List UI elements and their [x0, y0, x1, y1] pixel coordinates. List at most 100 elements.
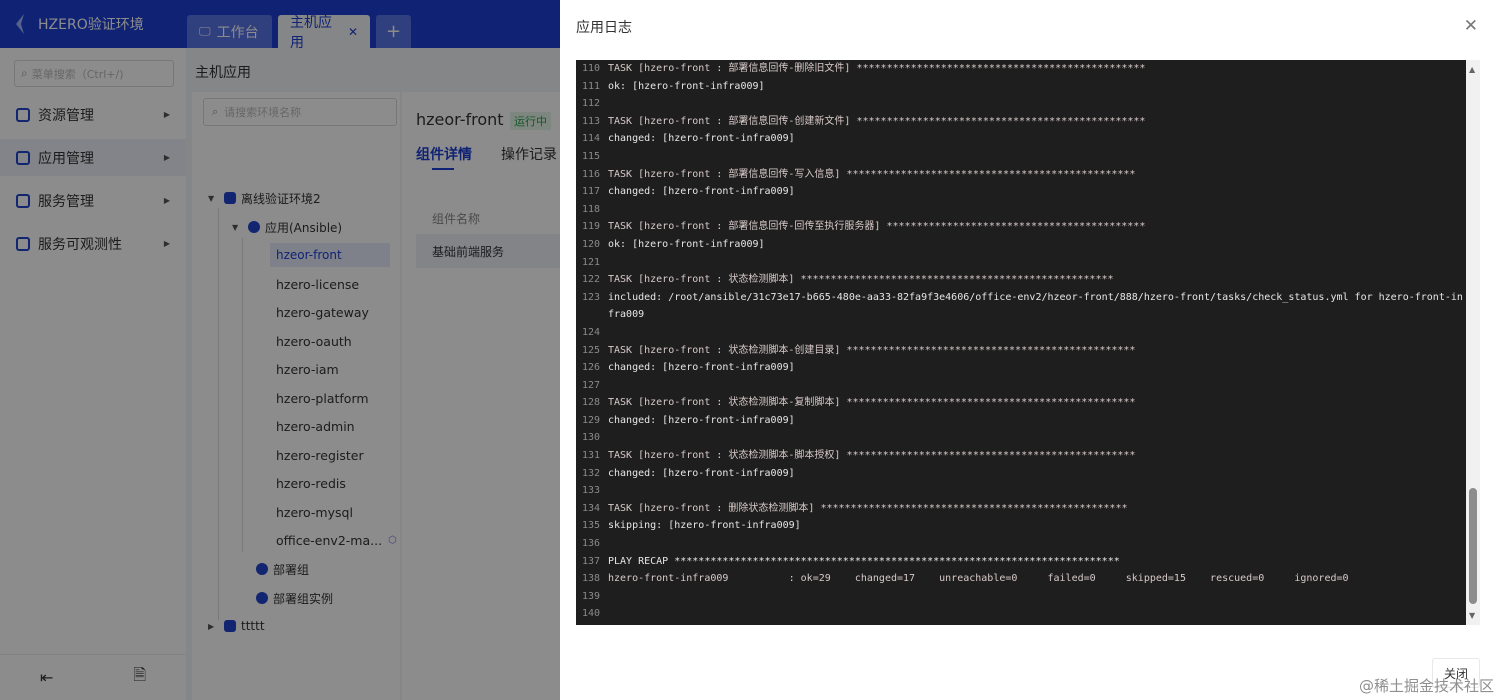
- log-line: 121: [582, 254, 1464, 272]
- log-line-number: 127: [582, 379, 601, 391]
- log-line-number: 136: [582, 538, 601, 550]
- log-line: 129 changed: [hzero-front-infra009]: [582, 412, 1464, 430]
- log-line-text: ok: [hzero-front-infra009]: [608, 80, 765, 92]
- log-line-text: [608, 148, 1464, 166]
- close-icon[interactable]: ✕: [1464, 16, 1478, 36]
- log-viewer[interactable]: 110 TASK [hzero-front : 部署信息回传-删除旧文件] ***…: [576, 60, 1480, 625]
- log-line: 115: [582, 148, 1464, 166]
- log-line: 118: [582, 201, 1464, 219]
- log-line-text: [608, 201, 1464, 219]
- log-line: 131 TASK [hzero-front : 状态检测脚本-脚本授权] ****…: [582, 447, 1464, 465]
- log-line-number: 139: [582, 590, 601, 602]
- log-line-number: 113: [582, 115, 601, 127]
- log-line-number: 135: [582, 520, 601, 532]
- log-line-number: 126: [582, 362, 601, 374]
- scroll-down-icon[interactable]: ▼: [1469, 611, 1475, 620]
- log-line: 119 TASK [hzero-front : 部署信息回传-回传至执行服务器] …: [582, 218, 1464, 236]
- log-line: 136: [582, 535, 1464, 553]
- log-line: 110 TASK [hzero-front : 部署信息回传-删除旧文件] ***…: [582, 60, 1464, 78]
- log-line: 140: [582, 605, 1464, 623]
- log-line-number: 133: [582, 485, 601, 497]
- log-line: 112: [582, 95, 1464, 113]
- log-line-text: TASK [hzero-front : 部署信息回传-删除旧文件] ******…: [608, 63, 1146, 74]
- log-line-text: [608, 254, 1464, 272]
- log-line: 124: [582, 324, 1464, 342]
- log-line: 127: [582, 377, 1464, 395]
- log-line-text: changed: [hzero-front-infra009]: [608, 186, 795, 198]
- log-line-text: TASK [hzero-front : 状态检测脚本] ************…: [608, 274, 1114, 286]
- log-line-number: 140: [582, 608, 601, 620]
- app-log-drawer: 应用日志 ✕ 110 TASK [hzero-front : 部署信息回传-删除旧…: [560, 0, 1500, 700]
- log-line: 128 TASK [hzero-front : 状态检测脚本-复制脚本] ****…: [582, 394, 1464, 412]
- log-line-number: 119: [582, 221, 601, 233]
- log-line-text: changed: [hzero-front-infra009]: [608, 362, 795, 374]
- log-line: 125 TASK [hzero-front : 状态检测脚本-创建目录] ****…: [582, 342, 1464, 360]
- log-line: 133: [582, 482, 1464, 500]
- log-line-text: TASK [hzero-front : 删除状态检测脚本] **********…: [608, 502, 1128, 514]
- log-line-text: PLAY RECAP *****************************…: [608, 555, 1120, 567]
- log-line-number: 121: [582, 256, 601, 268]
- log-line: 114 changed: [hzero-front-infra009]: [582, 130, 1464, 148]
- log-line-number: 138: [582, 573, 601, 585]
- log-scrollbar[interactable]: ▲ ▼: [1466, 60, 1480, 625]
- log-line-text: [608, 605, 1464, 623]
- log-line-number: 123: [582, 291, 601, 303]
- log-line-text: skipping: [hzero-front-infra009]: [608, 520, 801, 532]
- log-line: 134 TASK [hzero-front : 删除状态检测脚本] *******…: [582, 500, 1464, 518]
- log-line-text: TASK [hzero-front : 部署信息回传-创建新文件] ******…: [608, 115, 1146, 127]
- log-line: 113 TASK [hzero-front : 部署信息回传-创建新文件] ***…: [582, 113, 1464, 131]
- log-line-number: 120: [582, 238, 601, 250]
- log-line-number: 132: [582, 467, 601, 479]
- log-line: 111 ok: [hzero-front-infra009]: [582, 78, 1464, 96]
- log-line-text: TASK [hzero-front : 状态检测脚本-复制脚本] *******…: [608, 397, 1136, 409]
- log-line-number: 129: [582, 414, 601, 426]
- log-line-number: 110: [582, 63, 601, 74]
- log-line-text: [608, 377, 1464, 395]
- log-line-text: hzero-front-infra009 : ok=29 changed=17 …: [608, 573, 1349, 585]
- log-line: 126 changed: [hzero-front-infra009]: [582, 359, 1464, 377]
- log-line-text: TASK [hzero-front : 状态检测脚本-脚本授权] *******…: [608, 450, 1136, 462]
- log-line-number: 111: [582, 80, 601, 92]
- log-line: 137 PLAY RECAP **************************…: [582, 553, 1464, 571]
- log-line-number: 117: [582, 186, 601, 198]
- log-line: 122 TASK [hzero-front : 状态检测脚本] *********…: [582, 271, 1464, 289]
- log-line-number: 115: [582, 150, 601, 162]
- log-line-number: 137: [582, 555, 601, 567]
- log-line-text: TASK [hzero-front : 状态检测脚本-创建目录] *******…: [608, 344, 1136, 356]
- log-line-text: [608, 429, 1464, 447]
- log-line-number: 116: [582, 168, 601, 180]
- log-line: 116 TASK [hzero-front : 部署信息回传-写入信息] ****…: [582, 166, 1464, 184]
- log-line-number: 118: [582, 203, 601, 215]
- log-line-text: changed: [hzero-front-infra009]: [608, 133, 795, 145]
- log-line-number: 112: [582, 98, 601, 110]
- log-line: 132 changed: [hzero-front-infra009]: [582, 465, 1464, 483]
- log-line-number: 125: [582, 344, 601, 356]
- log-lines: 110 TASK [hzero-front : 部署信息回传-删除旧文件] ***…: [576, 60, 1464, 623]
- log-line: 138 hzero-front-infra009 : ok=29 changed=…: [582, 570, 1464, 588]
- log-line-text: changed: [hzero-front-infra009]: [608, 414, 795, 426]
- log-line: 117 changed: [hzero-front-infra009]: [582, 183, 1464, 201]
- log-line: 123 included: /root/ansible/31c73e17-b665…: [582, 289, 1464, 324]
- log-line-number: 128: [582, 397, 601, 409]
- log-line-number: 114: [582, 133, 601, 145]
- log-line-text: [608, 482, 1464, 500]
- log-line-number: 130: [582, 432, 601, 444]
- scroll-up-icon[interactable]: ▲: [1469, 65, 1475, 74]
- watermark: @稀土掘金技术社区: [1358, 677, 1494, 695]
- log-line-number: 122: [582, 274, 601, 286]
- log-line-number: 124: [582, 326, 601, 338]
- log-line-text: ok: [hzero-front-infra009]: [608, 238, 765, 250]
- drawer-title: 应用日志: [576, 20, 632, 36]
- log-line-text: TASK [hzero-front : 部署信息回传-写入信息] *******…: [608, 168, 1136, 180]
- log-line-number: 134: [582, 502, 601, 514]
- log-line-text: changed: [hzero-front-infra009]: [608, 467, 795, 479]
- log-line: 130: [582, 429, 1464, 447]
- scroll-thumb[interactable]: [1469, 488, 1477, 604]
- log-line-text: [608, 95, 1464, 113]
- log-line: 120 ok: [hzero-front-infra009]: [582, 236, 1464, 254]
- log-line-text: included: /root/ansible/31c73e17-b665-48…: [608, 291, 1463, 321]
- log-line-number: 131: [582, 450, 601, 462]
- log-line-text: TASK [hzero-front : 部署信息回传-回传至执行服务器] ***…: [608, 221, 1146, 233]
- log-line: 139: [582, 588, 1464, 606]
- log-line-text: [608, 535, 1464, 553]
